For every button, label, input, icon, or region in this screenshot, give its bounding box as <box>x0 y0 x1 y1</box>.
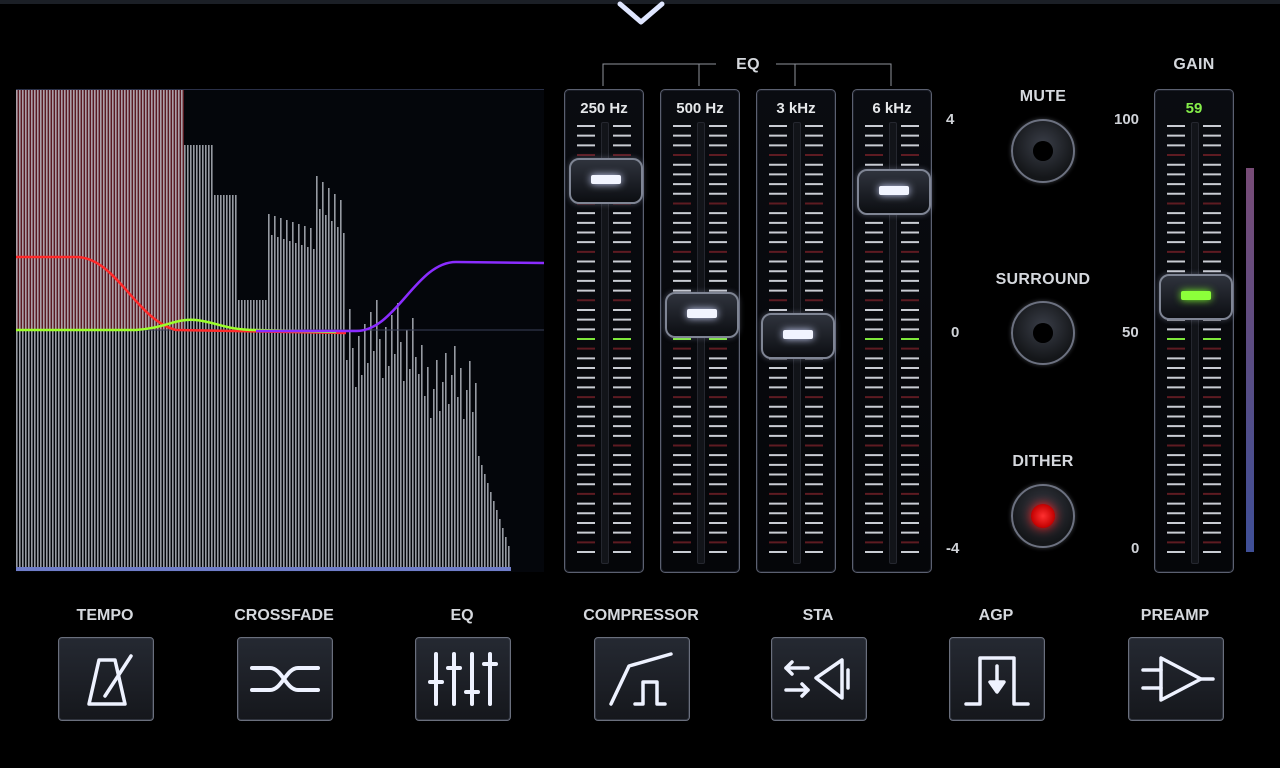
mute-button[interactable] <box>1011 119 1075 183</box>
gain-slider[interactable]: 59 <box>1154 89 1234 573</box>
gain-value: 59 <box>1185 100 1203 117</box>
eq-band-label: 250 Hz <box>580 100 628 117</box>
slider-track <box>1191 122 1199 564</box>
eq-scale-mid: 0 <box>951 324 960 341</box>
equalizer-sliders-icon <box>428 652 498 706</box>
eq-band-label: 500 Hz <box>676 100 724 117</box>
mute-indicator <box>1033 141 1053 161</box>
eq-slider-knob[interactable] <box>857 168 931 215</box>
gate-pulse-icon <box>964 656 1030 706</box>
eq-scale-bottom: -4 <box>946 540 960 557</box>
speaker-arrows-icon <box>784 658 850 700</box>
eq-label: EQ <box>450 607 474 624</box>
tempo-label: TEMPO <box>76 607 134 624</box>
compressor-curve-icon <box>609 652 673 706</box>
surround-indicator <box>1033 323 1053 343</box>
gain-scale-bottom: 0 <box>1131 540 1140 557</box>
gain-scale-top: 100 <box>1114 111 1140 128</box>
preamp-button[interactable] <box>1128 637 1224 721</box>
chevron-down-icon <box>617 1 665 25</box>
preamp-label: PREAMP <box>1140 607 1210 624</box>
eq-slider-6khz[interactable]: 6 kHz <box>852 89 932 573</box>
eq-slider-250hz[interactable]: 250 Hz <box>564 89 644 573</box>
eq-slider-knob[interactable] <box>761 313 835 359</box>
sta-button[interactable] <box>771 637 867 721</box>
eq-band-label: 6 kHz <box>872 100 912 117</box>
tempo-button[interactable] <box>58 637 154 721</box>
compressor-label: COMPRESSOR <box>583 607 699 624</box>
eq-group-bracket <box>602 63 892 86</box>
gain-level-meter <box>1246 168 1254 552</box>
surround-button[interactable] <box>1011 301 1075 365</box>
compressor-button[interactable] <box>594 637 690 721</box>
eq-slider-knob[interactable] <box>665 291 739 338</box>
agp-label: AGP <box>978 607 1014 624</box>
eq-scale-top: 4 <box>946 111 955 128</box>
crossfade-label: CROSSFADE <box>234 607 334 624</box>
amplifier-icon <box>1141 656 1215 702</box>
metronome-icon <box>87 654 133 706</box>
spectrum-graph <box>16 90 544 571</box>
eq-button[interactable] <box>415 637 511 721</box>
dither-led <box>1031 504 1055 528</box>
eq-slider-3khz[interactable]: 3 kHz <box>756 89 836 573</box>
crossfade-button[interactable] <box>237 637 333 721</box>
eq-band-label: 3 kHz <box>776 100 816 117</box>
shuffle-icon <box>250 666 320 692</box>
agp-button[interactable] <box>949 637 1045 721</box>
eq-slider-500hz[interactable]: 500 Hz <box>660 89 740 573</box>
dither-label: DITHER <box>1012 453 1074 470</box>
eq-slider-knob[interactable] <box>569 157 643 204</box>
collapse-button[interactable] <box>614 0 668 30</box>
gain-label: GAIN <box>1173 56 1215 73</box>
slider-track <box>697 122 705 564</box>
gain-scale-mid: 50 <box>1122 324 1139 341</box>
spectrum-analyzer <box>16 89 544 572</box>
dither-button[interactable] <box>1011 484 1075 548</box>
sta-label: STA <box>802 607 834 624</box>
gain-slider-knob[interactable] <box>1159 274 1233 321</box>
mute-label: MUTE <box>1019 88 1067 105</box>
surround-label: SURROUND <box>995 271 1091 288</box>
